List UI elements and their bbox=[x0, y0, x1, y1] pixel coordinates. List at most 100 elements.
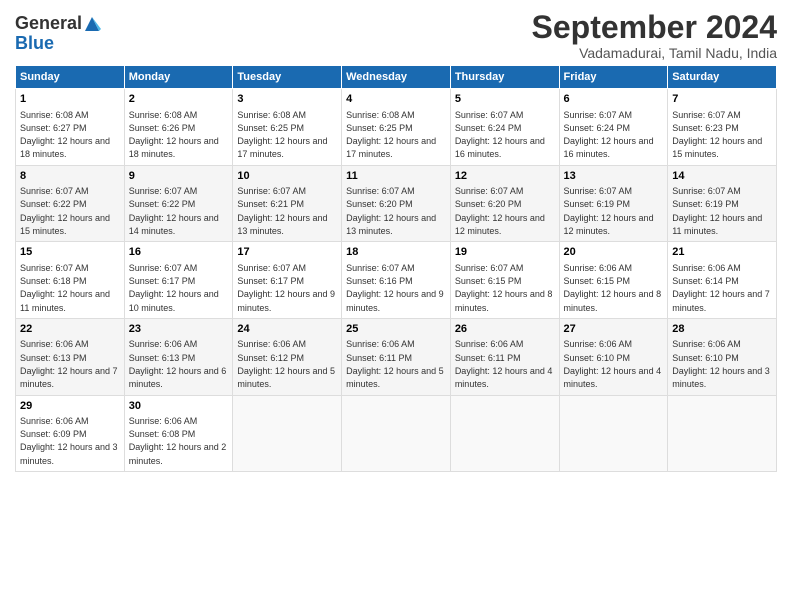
day-number: 14 bbox=[672, 169, 772, 184]
day-number: 25 bbox=[346, 322, 446, 337]
day-number: 3 bbox=[237, 92, 337, 107]
col-monday: Monday bbox=[124, 66, 233, 89]
table-cell-7: 7 Sunrise: 6:07 AMSunset: 6:23 PMDayligh… bbox=[668, 89, 777, 166]
day-number: 1 bbox=[20, 92, 120, 107]
day-info: Sunrise: 6:07 AMSunset: 6:24 PMDaylight:… bbox=[564, 110, 654, 160]
day-number: 17 bbox=[237, 245, 337, 260]
day-number: 5 bbox=[455, 92, 555, 107]
day-number: 19 bbox=[455, 245, 555, 260]
day-info: Sunrise: 6:07 AMSunset: 6:19 PMDaylight:… bbox=[672, 186, 762, 236]
table-cell-17: 17 Sunrise: 6:07 AMSunset: 6:17 PMDaylig… bbox=[233, 242, 342, 319]
table-cell-8: 8 Sunrise: 6:07 AMSunset: 6:22 PMDayligh… bbox=[16, 165, 125, 242]
day-info: Sunrise: 6:08 AMSunset: 6:25 PMDaylight:… bbox=[237, 110, 327, 160]
table-cell-22: 22 Sunrise: 6:06 AMSunset: 6:13 PMDaylig… bbox=[16, 318, 125, 395]
table-cell-13: 13 Sunrise: 6:07 AMSunset: 6:19 PMDaylig… bbox=[559, 165, 668, 242]
table-cell-20: 20 Sunrise: 6:06 AMSunset: 6:15 PMDaylig… bbox=[559, 242, 668, 319]
day-info: Sunrise: 6:06 AMSunset: 6:09 PMDaylight:… bbox=[20, 416, 118, 466]
table-cell-2: 2 Sunrise: 6:08 AMSunset: 6:26 PMDayligh… bbox=[124, 89, 233, 166]
col-saturday: Saturday bbox=[668, 66, 777, 89]
day-number: 21 bbox=[672, 245, 772, 260]
col-sunday: Sunday bbox=[16, 66, 125, 89]
table-cell-empty bbox=[233, 395, 342, 472]
day-info: Sunrise: 6:07 AMSunset: 6:15 PMDaylight:… bbox=[455, 263, 553, 313]
day-number: 20 bbox=[564, 245, 664, 260]
table-cell-18: 18 Sunrise: 6:07 AMSunset: 6:16 PMDaylig… bbox=[342, 242, 451, 319]
day-number: 27 bbox=[564, 322, 664, 337]
day-info: Sunrise: 6:07 AMSunset: 6:18 PMDaylight:… bbox=[20, 263, 110, 313]
day-info: Sunrise: 6:07 AMSunset: 6:21 PMDaylight:… bbox=[237, 186, 327, 236]
day-number: 7 bbox=[672, 92, 772, 107]
table-cell-15: 15 Sunrise: 6:07 AMSunset: 6:18 PMDaylig… bbox=[16, 242, 125, 319]
logo-icon bbox=[83, 15, 101, 33]
table-cell-14: 14 Sunrise: 6:07 AMSunset: 6:19 PMDaylig… bbox=[668, 165, 777, 242]
table-cell-empty bbox=[342, 395, 451, 472]
day-info: Sunrise: 6:07 AMSunset: 6:20 PMDaylight:… bbox=[455, 186, 545, 236]
table-cell-25: 25 Sunrise: 6:06 AMSunset: 6:11 PMDaylig… bbox=[342, 318, 451, 395]
day-info: Sunrise: 6:07 AMSunset: 6:22 PMDaylight:… bbox=[129, 186, 219, 236]
subtitle: Vadamadurai, Tamil Nadu, India bbox=[532, 45, 777, 61]
page-container: General Blue September 2024 Vadamadurai,… bbox=[0, 0, 792, 482]
table-cell-27: 27 Sunrise: 6:06 AMSunset: 6:10 PMDaylig… bbox=[559, 318, 668, 395]
header: General Blue September 2024 Vadamadurai,… bbox=[15, 10, 777, 61]
calendar-table: Sunday Monday Tuesday Wednesday Thursday… bbox=[15, 65, 777, 472]
logo-blue: Blue bbox=[15, 34, 101, 54]
day-info: Sunrise: 6:07 AMSunset: 6:17 PMDaylight:… bbox=[237, 263, 335, 313]
table-cell-29: 29 Sunrise: 6:06 AMSunset: 6:09 PMDaylig… bbox=[16, 395, 125, 472]
table-cell-4: 4 Sunrise: 6:08 AMSunset: 6:25 PMDayligh… bbox=[342, 89, 451, 166]
day-number: 12 bbox=[455, 169, 555, 184]
table-cell-empty bbox=[450, 395, 559, 472]
table-cell-30: 30 Sunrise: 6:06 AMSunset: 6:08 PMDaylig… bbox=[124, 395, 233, 472]
day-number: 4 bbox=[346, 92, 446, 107]
day-number: 29 bbox=[20, 399, 120, 414]
day-number: 6 bbox=[564, 92, 664, 107]
table-cell-6: 6 Sunrise: 6:07 AMSunset: 6:24 PMDayligh… bbox=[559, 89, 668, 166]
day-number: 11 bbox=[346, 169, 446, 184]
table-cell-11: 11 Sunrise: 6:07 AMSunset: 6:20 PMDaylig… bbox=[342, 165, 451, 242]
day-number: 13 bbox=[564, 169, 664, 184]
table-row: 8 Sunrise: 6:07 AMSunset: 6:22 PMDayligh… bbox=[16, 165, 777, 242]
day-info: Sunrise: 6:07 AMSunset: 6:24 PMDaylight:… bbox=[455, 110, 545, 160]
day-info: Sunrise: 6:07 AMSunset: 6:22 PMDaylight:… bbox=[20, 186, 110, 236]
day-info: Sunrise: 6:07 AMSunset: 6:17 PMDaylight:… bbox=[129, 263, 219, 313]
table-cell-3: 3 Sunrise: 6:08 AMSunset: 6:25 PMDayligh… bbox=[233, 89, 342, 166]
header-row: Sunday Monday Tuesday Wednesday Thursday… bbox=[16, 66, 777, 89]
day-number: 22 bbox=[20, 322, 120, 337]
day-number: 24 bbox=[237, 322, 337, 337]
title-block: September 2024 Vadamadurai, Tamil Nadu, … bbox=[532, 10, 777, 61]
day-info: Sunrise: 6:08 AMSunset: 6:26 PMDaylight:… bbox=[129, 110, 219, 160]
table-row: 29 Sunrise: 6:06 AMSunset: 6:09 PMDaylig… bbox=[16, 395, 777, 472]
day-number: 30 bbox=[129, 399, 229, 414]
day-number: 28 bbox=[672, 322, 772, 337]
day-number: 23 bbox=[129, 322, 229, 337]
month-title: September 2024 bbox=[532, 10, 777, 45]
day-number: 26 bbox=[455, 322, 555, 337]
day-info: Sunrise: 6:06 AMSunset: 6:11 PMDaylight:… bbox=[346, 339, 444, 389]
day-info: Sunrise: 6:07 AMSunset: 6:19 PMDaylight:… bbox=[564, 186, 654, 236]
table-cell-5: 5 Sunrise: 6:07 AMSunset: 6:24 PMDayligh… bbox=[450, 89, 559, 166]
day-number: 8 bbox=[20, 169, 120, 184]
table-cell-21: 21 Sunrise: 6:06 AMSunset: 6:14 PMDaylig… bbox=[668, 242, 777, 319]
day-info: Sunrise: 6:07 AMSunset: 6:20 PMDaylight:… bbox=[346, 186, 436, 236]
day-info: Sunrise: 6:06 AMSunset: 6:12 PMDaylight:… bbox=[237, 339, 335, 389]
day-number: 10 bbox=[237, 169, 337, 184]
table-cell-12: 12 Sunrise: 6:07 AMSunset: 6:20 PMDaylig… bbox=[450, 165, 559, 242]
day-info: Sunrise: 6:06 AMSunset: 6:10 PMDaylight:… bbox=[564, 339, 662, 389]
table-row: 22 Sunrise: 6:06 AMSunset: 6:13 PMDaylig… bbox=[16, 318, 777, 395]
table-cell-19: 19 Sunrise: 6:07 AMSunset: 6:15 PMDaylig… bbox=[450, 242, 559, 319]
col-tuesday: Tuesday bbox=[233, 66, 342, 89]
day-info: Sunrise: 6:06 AMSunset: 6:08 PMDaylight:… bbox=[129, 416, 227, 466]
day-number: 15 bbox=[20, 245, 120, 260]
table-row: 15 Sunrise: 6:07 AMSunset: 6:18 PMDaylig… bbox=[16, 242, 777, 319]
table-cell-1: 1 Sunrise: 6:08 AMSunset: 6:27 PMDayligh… bbox=[16, 89, 125, 166]
table-cell-empty bbox=[668, 395, 777, 472]
col-thursday: Thursday bbox=[450, 66, 559, 89]
table-cell-empty bbox=[559, 395, 668, 472]
day-info: Sunrise: 6:07 AMSunset: 6:23 PMDaylight:… bbox=[672, 110, 762, 160]
logo: General Blue bbox=[15, 14, 101, 54]
logo-general: General bbox=[15, 14, 82, 34]
day-info: Sunrise: 6:07 AMSunset: 6:16 PMDaylight:… bbox=[346, 263, 444, 313]
day-number: 9 bbox=[129, 169, 229, 184]
day-info: Sunrise: 6:08 AMSunset: 6:27 PMDaylight:… bbox=[20, 110, 110, 160]
table-cell-16: 16 Sunrise: 6:07 AMSunset: 6:17 PMDaylig… bbox=[124, 242, 233, 319]
day-info: Sunrise: 6:06 AMSunset: 6:13 PMDaylight:… bbox=[20, 339, 118, 389]
